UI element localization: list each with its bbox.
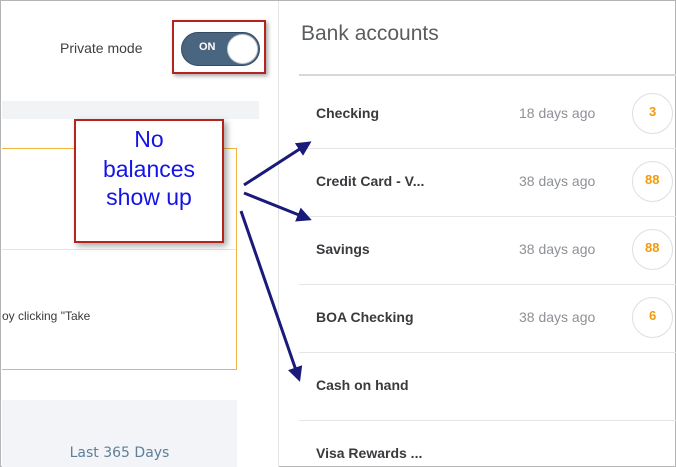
account-row-savings[interactable]: Savings 38 days ago 88 (299, 217, 676, 285)
pending-count-badge[interactable]: 88 (632, 161, 673, 202)
header-rule (299, 74, 676, 76)
card-divider (2, 249, 236, 250)
account-row-credit-card[interactable]: Credit Card - V... 38 days ago 88 (299, 149, 676, 217)
badge-count: 88 (645, 240, 660, 255)
annotation-note-box: No balances show up (74, 119, 224, 243)
pending-count-badge[interactable]: 3 (632, 93, 673, 134)
account-last-updated: 38 days ago (519, 309, 596, 325)
account-name: Savings (316, 241, 370, 257)
screenshot-frame: Private mode ON oy clicking "Take Last 3… (0, 0, 676, 467)
toggle-highlight-box (172, 20, 266, 74)
account-last-updated: 38 days ago (519, 173, 596, 189)
section-separator (2, 101, 259, 119)
account-last-updated: 38 days ago (519, 241, 596, 257)
private-mode-label: Private mode (60, 40, 143, 56)
account-last-updated: 18 days ago (519, 105, 596, 121)
annotation-line: balances (102, 156, 196, 182)
pending-count-badge[interactable]: 88 (632, 229, 673, 270)
date-range-link[interactable]: Last 365 Days (2, 445, 237, 461)
account-name: Checking (316, 105, 380, 121)
bank-accounts-panel: Bank accounts Checking 18 days ago 3 Cre… (279, 2, 676, 467)
annotation-line: No (134, 126, 164, 152)
dashboard-left-pane: Private mode ON oy clicking "Take Last 3… (2, 2, 279, 467)
account-row-visa-rewards[interactable]: Visa Rewards ... (299, 421, 676, 467)
bank-accounts-title: Bank accounts (301, 22, 439, 45)
account-row-checking[interactable]: Checking 18 days ago 3 (299, 81, 676, 149)
pending-count-badge[interactable]: 6 (632, 297, 673, 338)
card-instruction-text: oy clicking "Take (2, 309, 91, 323)
badge-count: 88 (645, 172, 660, 187)
account-row-cash-on-hand[interactable]: Cash on hand (299, 353, 676, 421)
account-name: Credit Card - V... (316, 173, 425, 189)
badge-count: 6 (649, 308, 657, 323)
account-row-boa-checking[interactable]: BOA Checking 38 days ago 6 (299, 285, 676, 353)
badge-count: 3 (649, 104, 657, 119)
account-name: Visa Rewards ... (316, 445, 423, 461)
annotation-line: show up (106, 184, 192, 210)
account-name: Cash on hand (316, 377, 409, 393)
account-name: BOA Checking (316, 309, 414, 325)
